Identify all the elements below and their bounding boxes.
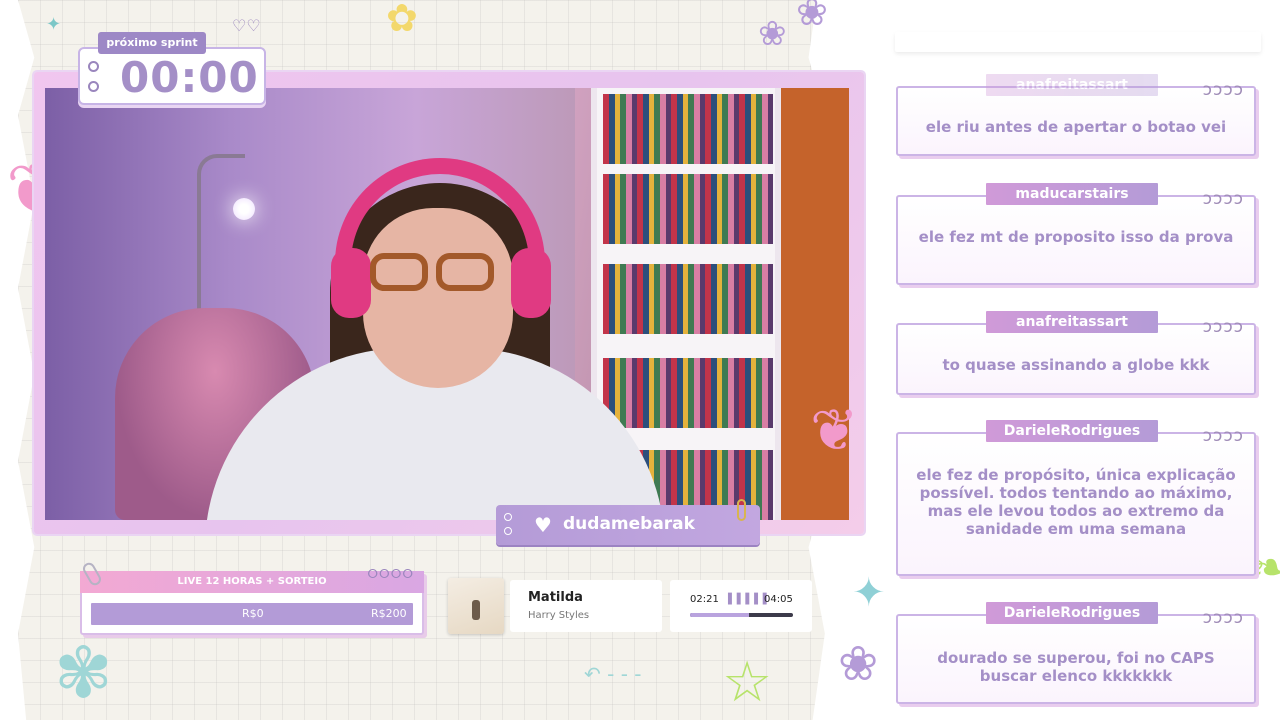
chat-message: DarieleRodrigues ↄↄↄↄ ele fez de propósi… bbox=[896, 420, 1256, 576]
chat-username: maducarstairs bbox=[986, 183, 1158, 205]
arrow-doodle-icon: ↶ - - - bbox=[584, 662, 642, 686]
goal-target: R$200 bbox=[371, 607, 407, 620]
track-artist: Harry Styles bbox=[528, 610, 590, 621]
sprint-label: próximo sprint bbox=[98, 32, 206, 54]
chat-message: DarieleRodrigues ↄↄↄↄ dourado se superou… bbox=[896, 602, 1256, 704]
sprint-timer: 00:00 bbox=[78, 47, 266, 105]
binder-rings-icon bbox=[504, 513, 512, 541]
flower-yellow-icon: ✿ bbox=[386, 0, 418, 40]
star-doodle-icon: ✦ bbox=[46, 14, 62, 35]
chat-text: to quase assinando a globe kkk bbox=[942, 356, 1210, 374]
binder-rings-icon bbox=[88, 61, 99, 101]
heart-icon: ♥ bbox=[534, 513, 552, 537]
track-title: Matilda bbox=[528, 590, 583, 605]
webcam-frame bbox=[34, 72, 864, 534]
track-progress-card: 02:21 ▌▌▌▌▌ 04:05 bbox=[670, 580, 812, 632]
spiral-coils-icon: ↄↄↄↄ bbox=[1202, 317, 1244, 337]
donation-goal: LIVE 12 HORAS + SORTEIO ⵔⵔⵔⵔ R$0 R$200 bbox=[80, 567, 424, 635]
chat-text: ele riu antes de apertar o botao vei bbox=[925, 118, 1227, 136]
goal-current: R$0 bbox=[242, 607, 264, 620]
star-green-icon: ☆ bbox=[722, 650, 773, 715]
album-cover bbox=[448, 578, 504, 634]
sparkle-icon: ✦ bbox=[852, 570, 886, 616]
spiral-coils-icon: ↄↄↄↄ bbox=[1202, 189, 1244, 209]
track-duration: 04:05 bbox=[764, 594, 793, 605]
flower-outline-icon: ❀ bbox=[838, 636, 879, 692]
butterfly-icon: ❦ bbox=[810, 396, 859, 464]
chat-text: dourado se superou, foi no CAPS buscar e… bbox=[937, 649, 1215, 685]
chat-message: anafreitassart ↄↄↄↄ to quase assinando a… bbox=[896, 311, 1256, 395]
flower-outline-icon: ❀ bbox=[758, 14, 787, 54]
webcam-video bbox=[45, 88, 849, 520]
sprint-time: 00:00 bbox=[120, 53, 259, 102]
paperclip-icon bbox=[737, 499, 746, 521]
spiral-coils-icon: ↄↄↄↄ bbox=[1202, 80, 1244, 100]
chat-text: ele fez mt de proposito isso da prova bbox=[918, 228, 1234, 246]
flower-teal-icon: ✾ bbox=[54, 632, 113, 714]
chat-username: DarieleRodrigues bbox=[986, 602, 1158, 624]
spiral-coils-icon: ↄↄↄↄ bbox=[1202, 426, 1244, 446]
heart-doodle-icon: ♡♡ bbox=[232, 16, 261, 35]
spiral-coils-icon: ⵔⵔⵔⵔ bbox=[367, 567, 414, 581]
track-progress-bar bbox=[690, 613, 793, 617]
track-elapsed: 02:21 bbox=[690, 594, 719, 605]
track-progress-fill bbox=[690, 613, 750, 617]
chat-username: anafreitassart bbox=[986, 311, 1158, 333]
streamer-name-plate: ♥ dudamebarak bbox=[496, 499, 760, 545]
chat-header-strip bbox=[895, 32, 1261, 52]
streamer-name: dudamebarak bbox=[563, 514, 695, 534]
chat-text: ele fez de propósito, única explicação p… bbox=[916, 466, 1236, 538]
chat-message: maducarstairs ↄↄↄↄ ele fez mt de proposi… bbox=[896, 183, 1256, 285]
now-playing-card: Matilda Harry Styles bbox=[510, 580, 662, 632]
chat-message: anafreitassart ↄↄↄↄ ele riu antes de ape… bbox=[896, 74, 1256, 156]
chat-username: anafreitassart bbox=[986, 74, 1158, 96]
flower-outline-icon: ❀ bbox=[796, 0, 828, 34]
spiral-coils-icon: ↄↄↄↄ bbox=[1202, 608, 1244, 628]
chat-username: DarieleRodrigues bbox=[986, 420, 1158, 442]
